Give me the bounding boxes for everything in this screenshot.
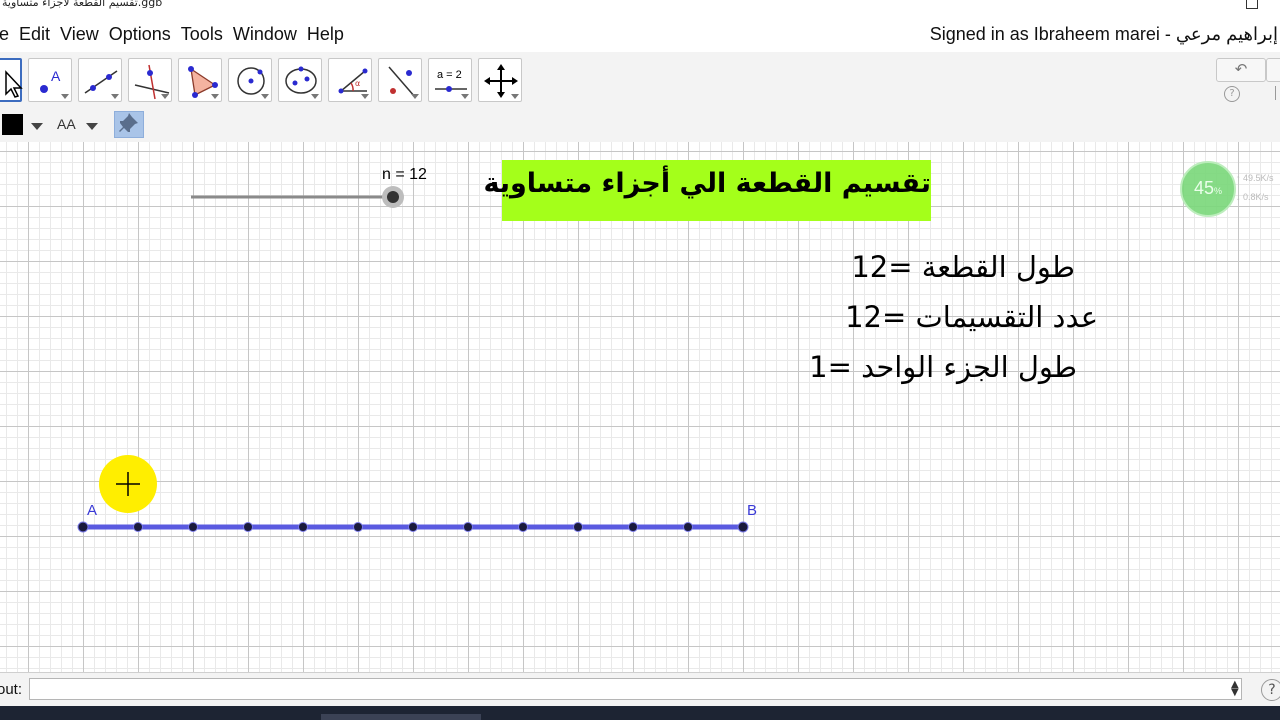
graphics-canvas (77, 186, 749, 533)
division-point[interactable] (408, 522, 418, 532)
input-help-icon[interactable]: ? (1261, 679, 1280, 701)
toolbar: A α a = 2 ↶ ? (0, 52, 1280, 109)
slider-tool-button[interactable]: a = 2 (428, 58, 472, 102)
menu-items: e Edit View Options Tools Window Help (0, 24, 349, 45)
toolbar-help-icon[interactable]: ? (1224, 86, 1240, 102)
conic-tool-button[interactable] (278, 58, 322, 102)
point-b-label: B (747, 502, 758, 519)
division-point[interactable] (353, 522, 363, 532)
menu-bar: e Edit View Options Tools Window Help Si… (0, 20, 1280, 50)
polygon-tool-button[interactable] (178, 58, 222, 102)
color-dropdown-icon[interactable] (31, 123, 43, 130)
part-length-text: طول الجزء الواحد =1 (809, 350, 1077, 384)
menu-window[interactable]: Window (228, 24, 302, 45)
point-b[interactable] (737, 521, 749, 533)
network-gauge: 45% (1180, 161, 1236, 217)
redo-button[interactable] (1266, 58, 1280, 82)
graphics-title: تقسيم القطعة الي أجزاء متساوية (483, 168, 931, 199)
division-point[interactable] (518, 522, 528, 532)
perpendicular-tool-button[interactable] (128, 58, 172, 102)
input-bar: out: ▲ ▼ ? (0, 672, 1280, 707)
input-field[interactable] (29, 678, 1242, 700)
undo-button[interactable]: ↶ (1216, 58, 1266, 82)
point-tool-button[interactable]: A (28, 58, 72, 102)
menu-edit[interactable]: Edit (14, 24, 55, 45)
segment-ab[interactable] (77, 521, 749, 533)
menu-help[interactable]: Help (302, 24, 349, 45)
menu-tools[interactable]: Tools (176, 24, 228, 45)
input-label: out: (0, 681, 23, 698)
undo-icon: ↶ (1234, 60, 1248, 78)
slider-label: n = 12 (382, 166, 427, 183)
graphics-view[interactable]: n = 12 تقسيم القطعة الي أجزاء متساوية طو… (0, 142, 1280, 672)
division-point[interactable] (628, 522, 638, 532)
style-bar: AA (0, 108, 1280, 143)
title-box: تقسيم القطعة الي أجزاء متساوية (483, 160, 931, 221)
color-swatch[interactable] (2, 114, 23, 135)
menu-view[interactable]: View (55, 24, 104, 45)
text-size-dropdown-icon[interactable] (86, 123, 98, 130)
circle-tool-button[interactable] (228, 58, 272, 102)
divisions-count-text: عدد التقسيمات =12 (845, 300, 1098, 334)
point-a-label: A (87, 502, 98, 519)
taskbar (0, 706, 1280, 720)
taskbar-app[interactable] (321, 714, 481, 720)
division-point[interactable] (463, 522, 473, 532)
upload-speed: 49.5K/s (1243, 173, 1274, 183)
window-title-bar: تقسيم القطعة لاجزاء متساوية.ggb (0, 0, 1280, 14)
gauge-unit: % (1214, 186, 1223, 196)
network-speed: ↑ 49.5K/s ↓ 0.8K/s (1236, 173, 1274, 202)
maximize-button[interactable] (1246, 0, 1258, 9)
division-point[interactable] (298, 522, 308, 532)
svg-text:α: α (355, 79, 360, 88)
window-title: تقسيم القطعة لاجزاء متساوية.ggb (2, 0, 163, 9)
move-graphics-tool-button[interactable] (478, 58, 522, 102)
division-point[interactable] (133, 522, 143, 532)
slider-knob[interactable] (387, 191, 399, 203)
division-point[interactable] (683, 522, 693, 532)
pin-button[interactable] (114, 111, 144, 138)
division-point[interactable] (243, 522, 253, 532)
menu-options[interactable]: Options (104, 24, 176, 45)
cursor-arrow-icon (5, 70, 23, 98)
toolbar-divider (1275, 86, 1280, 100)
menu-file[interactable]: e (0, 24, 14, 45)
pin-icon (119, 113, 138, 132)
signed-in-status[interactable]: Signed in as Ibraheem marei - إبراهيم مر… (930, 24, 1278, 45)
segment-length-text: طول القطعة =12 (851, 250, 1075, 284)
slider-tool-label: a = 2 (437, 69, 462, 81)
reflect-tool-button[interactable] (378, 58, 422, 102)
move-tool-button[interactable] (0, 58, 23, 102)
line-tool-button[interactable] (78, 58, 122, 102)
download-speed: 0.8K/s (1243, 192, 1269, 202)
division-point[interactable] (573, 522, 583, 532)
gauge-percent: 45 (1193, 178, 1214, 198)
text-size-button[interactable]: AA (57, 116, 76, 132)
division-point[interactable] (188, 522, 198, 532)
point-tool-label: A (51, 68, 61, 84)
input-history-arrows-icon[interactable]: ▲ ▼ (1231, 680, 1239, 698)
angle-tool-button[interactable]: α (328, 58, 372, 102)
point-a[interactable] (77, 521, 89, 533)
